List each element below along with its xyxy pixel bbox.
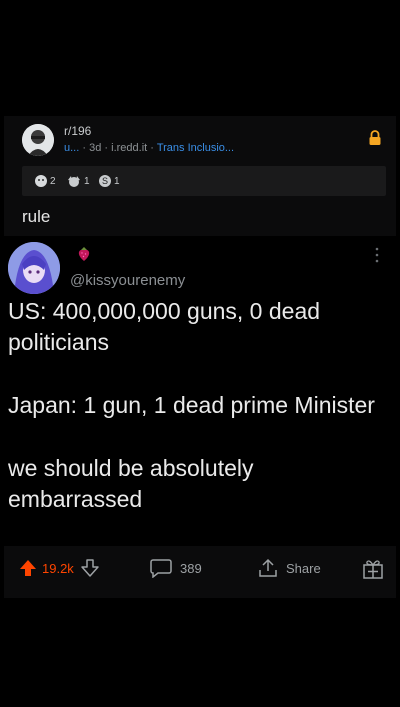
post-action-bar: 19.2k 389 Share xyxy=(4,548,396,588)
post-header: r/196 u... · 3d · i.redd.it · Trans Incl… xyxy=(4,116,396,164)
wholesome-award-icon xyxy=(68,176,80,187)
author-name[interactable]: u... xyxy=(64,142,79,154)
vote-group: 19.2k xyxy=(18,558,100,578)
award-silver: S 1 xyxy=(98,174,120,188)
tweet-line: US: 400,000,000 guns, 0 dead politicians xyxy=(8,298,321,355)
award-count: 1 xyxy=(114,175,120,187)
post-meta: u... · 3d · i.redd.it · Trans Inclusio..… xyxy=(64,142,235,154)
share-label: Share xyxy=(286,560,321,576)
community-avatar[interactable] xyxy=(22,124,54,156)
tweet-handle: @kissyourenemy xyxy=(70,272,186,289)
strawberry-icon xyxy=(78,247,90,261)
tweet-avatar xyxy=(8,242,60,294)
silver-award-icon: S xyxy=(99,175,111,187)
post-flair[interactable]: Trans Inclusio... xyxy=(157,142,234,154)
award-helpful: 2 xyxy=(34,174,56,188)
community-name[interactable]: r/196 xyxy=(64,124,91,138)
post-card[interactable]: r/196 u... · 3d · i.redd.it · Trans Incl… xyxy=(4,116,396,598)
post-age: 3d xyxy=(89,142,102,154)
lock-icon xyxy=(369,130,381,145)
comment-count: 389 xyxy=(180,560,202,576)
tweet-line: we should be absolutely embarrassed xyxy=(8,455,254,512)
awards-bar[interactable]: 2 1 S 1 xyxy=(22,166,386,196)
upvote-icon[interactable] xyxy=(18,558,38,578)
tweet-text: US: 400,000,000 guns, 0 dead politicians… xyxy=(8,296,388,515)
gift-icon xyxy=(363,560,383,579)
post-domain[interactable]: i.redd.it xyxy=(111,142,147,154)
post-title[interactable]: rule xyxy=(22,207,50,227)
award-count: 2 xyxy=(50,175,56,187)
tweet-image[interactable]: @kissyourenemy US: 400,000,000 guns, 0 d… xyxy=(4,236,396,546)
svg-text:S: S xyxy=(102,176,108,186)
comment-icon xyxy=(150,559,172,578)
award-wholesome: 1 xyxy=(66,174,90,188)
award-button[interactable] xyxy=(362,558,384,580)
award-count: 1 xyxy=(84,175,90,187)
tweet-line: Japan: 1 gun, 1 dead prime Minister xyxy=(8,392,375,418)
share-button[interactable]: Share xyxy=(258,558,321,578)
share-icon xyxy=(259,558,277,577)
more-options-icon xyxy=(375,247,379,263)
downvote-icon[interactable] xyxy=(80,558,100,578)
helpful-award-icon xyxy=(35,175,47,187)
upvote-count: 19.2k xyxy=(42,560,74,576)
comments-button[interactable]: 389 xyxy=(150,558,202,578)
